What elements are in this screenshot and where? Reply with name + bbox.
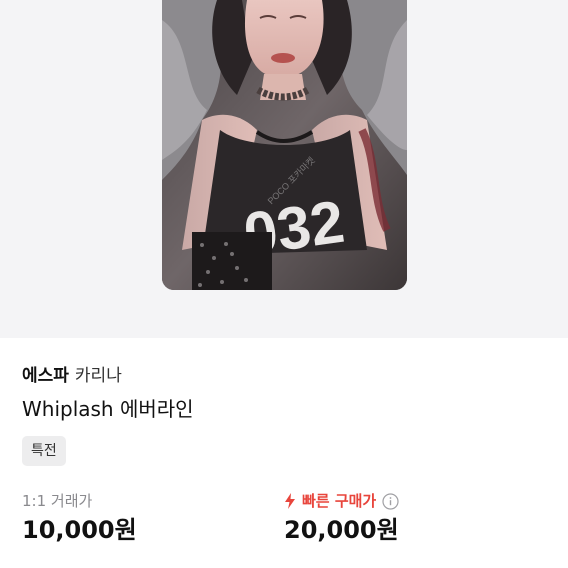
photocard-illustration: 032 POCO 포카마켓	[162, 0, 407, 290]
product-photo[interactable]: 032 POCO 포카마켓	[162, 0, 407, 290]
info-circle-icon[interactable]	[382, 492, 399, 510]
product-title: Whiplash 에버라인	[22, 397, 194, 421]
category-tag: 특전	[22, 436, 66, 466]
fast-buy-price: 20,000원	[284, 516, 399, 544]
trade-price-label: 1:1 거래가	[22, 492, 93, 510]
trade-price: 10,000원	[22, 516, 137, 544]
product-image-area: 032 POCO 포카마켓	[0, 0, 568, 338]
fast-buy-label-row: 빠른 구매가	[284, 491, 399, 511]
artist-name[interactable]: 에스파	[22, 366, 69, 386]
lightning-bolt-icon	[284, 493, 296, 509]
product-detail-page: 032 POCO 포카마켓 에스파 카리나 Whiplash 에버라인 특전 1:…	[0, 0, 568, 568]
fast-buy-price-label: 빠른 구매가	[302, 492, 377, 510]
artist-line: 에스파 카리나	[22, 366, 122, 386]
member-name[interactable]: 카리나	[75, 366, 122, 386]
